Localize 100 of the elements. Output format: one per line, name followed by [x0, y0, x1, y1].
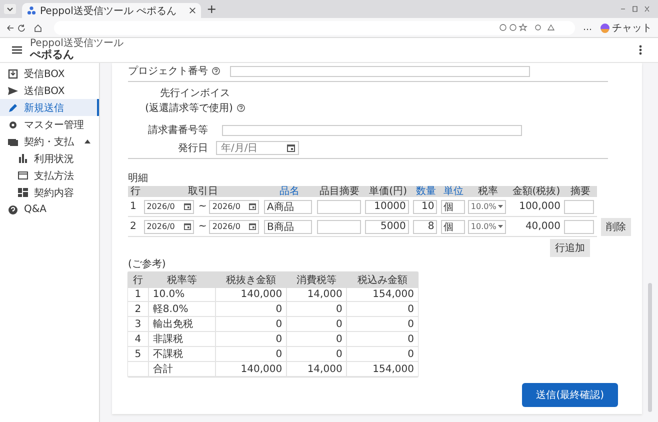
sidebar-item[interactable]: 送信BOX — [0, 82, 99, 99]
column-header: 単価(円) — [364, 186, 412, 197]
sidebar-item[interactable]: 新規送信 — [0, 99, 99, 116]
amount-cell: 100,000 — [519, 201, 560, 212]
calendar-icon[interactable] — [184, 223, 191, 230]
column-header: 金額(税抜) — [508, 186, 564, 197]
unit-field[interactable]: 個 — [440, 220, 465, 234]
column-header: 単位 — [440, 186, 467, 197]
calendar-icon[interactable] — [249, 223, 256, 230]
window-controls-icon[interactable] — [620, 5, 650, 13]
section-label: 先行インボイス — [160, 86, 230, 100]
range-separator: ~ — [198, 221, 207, 232]
close-icon[interactable] — [188, 7, 196, 14]
date-field[interactable]: 2026/0 — [209, 220, 260, 234]
submit-button[interactable]: 送信(最終確認) — [522, 383, 618, 407]
copilot-icon — [600, 22, 610, 32]
table-cell: 合計 — [152, 364, 173, 375]
table-cell: 0 — [408, 318, 414, 330]
column-header: 数量 — [412, 186, 440, 197]
table-cell: 不課税 — [152, 349, 183, 360]
item-summary-field[interactable] — [316, 200, 361, 214]
issue-date-field[interactable]: 年/月/日 — [216, 141, 299, 155]
bars-icon — [18, 154, 28, 163]
item-name-field[interactable]: B商品 — [264, 220, 312, 234]
table-cell: 軽8.0% — [152, 304, 188, 315]
table-cell: 0 — [276, 334, 282, 344]
dropdown-caret-icon[interactable] — [498, 225, 503, 228]
invoice-number-field[interactable] — [222, 124, 522, 136]
calendar-icon[interactable] — [287, 144, 295, 152]
tax-rate-select[interactable]: 10.0% — [468, 220, 506, 234]
delete-button[interactable]: 削除 — [601, 218, 632, 236]
row-number: 2 — [130, 221, 136, 232]
field-label: プロジェクト番号 — [128, 64, 208, 78]
table-cell: 0 — [408, 334, 414, 344]
sidebar-item[interactable]: マスター管理 — [0, 116, 99, 133]
sidebar-item[interactable]: 支払方法 — [0, 167, 99, 184]
dropdown-caret-icon[interactable] — [498, 205, 503, 208]
help-icon — [8, 204, 18, 214]
table-cell: 14,000 — [307, 289, 342, 300]
unit-field[interactable]: 個 — [440, 200, 465, 214]
memo-field[interactable] — [564, 200, 594, 214]
sidebar-item[interactable]: 利用状況 — [0, 150, 99, 167]
table-cell: 0 — [336, 318, 342, 330]
send-icon — [8, 86, 18, 96]
item-name-field[interactable]: A商品 — [264, 200, 312, 214]
table-cell: 14,000 — [307, 364, 342, 374]
unit-price-field[interactable]: 10000 — [364, 200, 409, 214]
date-field[interactable]: 2026/0 — [144, 200, 194, 214]
column-header: 税抜き金額 — [215, 272, 287, 288]
table-cell: 0 — [336, 334, 342, 344]
sidebar-item[interactable]: Q&A — [0, 201, 99, 218]
chat-button[interactable]: チャット — [600, 20, 652, 34]
column-header: 税込み金額 — [346, 272, 418, 288]
browser-tab[interactable]: Peppol送受信ツール ぺポるん — [22, 3, 201, 18]
app-title: ぺポるん — [30, 49, 75, 62]
quantity-field[interactable]: 10 — [413, 200, 438, 214]
table-cell: 0 — [408, 348, 414, 360]
table-cell: 0 — [336, 348, 342, 360]
section-title: (ご参考) — [128, 258, 167, 271]
column-header: 行 — [128, 186, 143, 197]
grid-icon — [18, 188, 28, 197]
field-label: 請求書番号等 — [147, 124, 208, 137]
project-number-field[interactable] — [230, 66, 530, 76]
sidebar-item[interactable]: 契約・支払 — [0, 133, 99, 150]
table-cell: 140,000 — [240, 364, 282, 374]
item-summary-field[interactable] — [316, 220, 361, 234]
tax-rate-select[interactable]: 10.0% — [468, 200, 506, 214]
table-cell: 154,000 — [372, 289, 414, 300]
more-vert-icon[interactable] — [639, 45, 642, 55]
date-field[interactable]: 2026/0 — [144, 220, 194, 234]
table-cell: 非課税 — [152, 334, 183, 345]
table-cell: 0 — [276, 318, 282, 330]
quantity-field[interactable]: 8 — [413, 220, 438, 234]
calendar-icon[interactable] — [184, 203, 191, 210]
card-icon — [8, 136, 18, 146]
calendar-icon[interactable] — [249, 203, 256, 210]
table-cell: 3 — [134, 318, 142, 330]
help-icon[interactable] — [236, 104, 245, 112]
caret-icon[interactable] — [84, 139, 91, 144]
table-cell: 0 — [276, 348, 282, 360]
chevron-down-icon[interactable] — [4, 4, 16, 14]
more-icon[interactable]: … — [583, 22, 592, 32]
menu-icon[interactable] — [12, 46, 22, 54]
column-header: 品目摘要 — [316, 186, 364, 197]
memo-field[interactable] — [564, 220, 594, 234]
sidebar-item[interactable]: 受信BOX — [0, 65, 99, 82]
table-cell: 140,000 — [240, 289, 282, 300]
column-header: 行 — [128, 272, 148, 288]
add-row-button[interactable]: 行追加 — [550, 239, 590, 257]
new-tab-button[interactable]: + — [206, 2, 217, 16]
table-cell: 4 — [134, 334, 142, 344]
unit-price-field[interactable]: 5000 — [364, 220, 409, 234]
inbox-icon — [8, 68, 18, 78]
help-icon[interactable] — [212, 67, 220, 75]
app-subtitle: Peppol送受信ツール — [30, 38, 124, 50]
sidebar-item[interactable]: 契約内容 — [0, 184, 99, 201]
pencil-icon — [8, 102, 18, 112]
date-field[interactable]: 2026/0 — [209, 200, 260, 214]
field-label: 発行日 — [177, 142, 208, 155]
table-cell: 0 — [276, 304, 282, 314]
